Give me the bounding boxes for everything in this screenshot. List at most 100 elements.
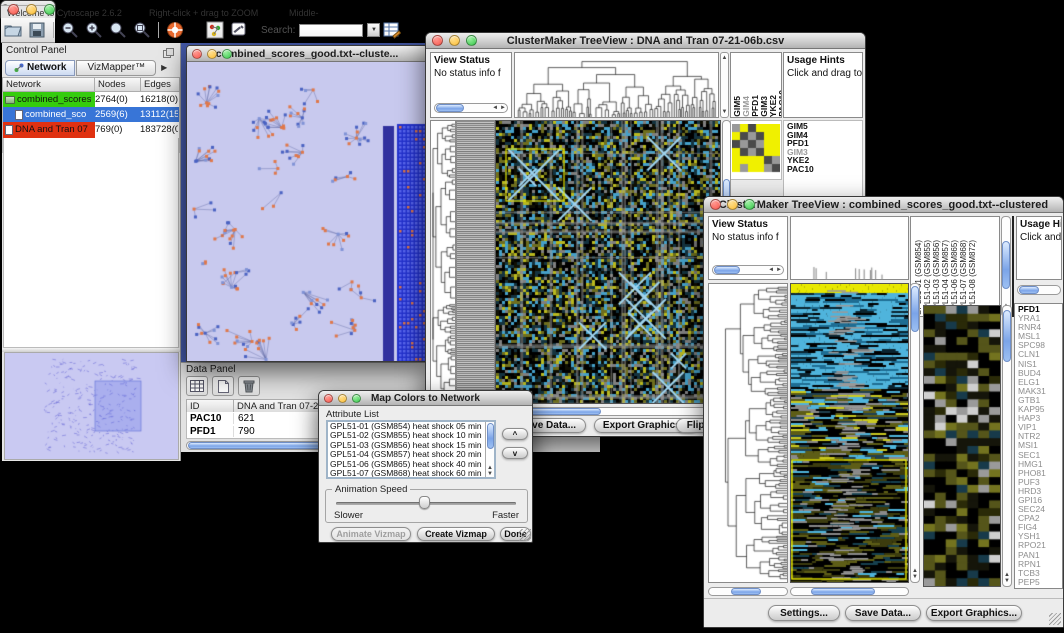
data-panel-title: Data Panel xyxy=(186,364,235,375)
resize-grip[interactable] xyxy=(519,529,531,541)
network-list-row[interactable]: DNA and Tran 07 769(0) 183728(0) xyxy=(3,122,179,137)
view-status-scrollbar[interactable]: ◄► xyxy=(712,265,784,275)
save-icon[interactable] xyxy=(25,20,49,40)
usage-hints-title: Usage Hi xyxy=(1017,217,1061,232)
attribute-list: GPL51-01 (GSM854) heat shock 05 minGPL51… xyxy=(326,420,496,479)
treeview2-titlebar[interactable]: ClusterMaker TreeView : combined_scores_… xyxy=(704,197,1063,213)
heatmap-canvas[interactable] xyxy=(791,284,908,582)
column-dendrogram-panel xyxy=(790,216,909,280)
zoom-out-icon[interactable] xyxy=(58,20,82,40)
column-dendrogram-canvas[interactable] xyxy=(791,217,908,279)
heatmap-vscrollbar[interactable]: ▲▼ xyxy=(910,283,920,583)
network-canvas[interactable] xyxy=(187,62,427,361)
column-label[interactable]: PAC10 xyxy=(778,90,782,117)
column-dendrogram-canvas[interactable] xyxy=(515,53,718,117)
usage-hints-title: Usage Hints xyxy=(784,53,862,68)
settings-button[interactable]: Settings... xyxy=(768,605,840,621)
column-header-nodes[interactable]: Nodes xyxy=(95,77,141,92)
column-labels-vscroll[interactable]: ▲▼ xyxy=(1001,216,1011,317)
new-attribute-icon[interactable] xyxy=(212,376,234,396)
selection-zoom-canvas[interactable] xyxy=(924,306,1000,586)
treeview1-mini-vscroll[interactable]: ▲▼ xyxy=(720,52,729,118)
close-button[interactable] xyxy=(432,35,443,46)
network-list-row[interactable]: combined_sco 2569(6) 13112(15) xyxy=(3,107,179,122)
heatmap-panel xyxy=(495,120,721,404)
heatmap-canvas[interactable] xyxy=(496,121,720,403)
zoom-button[interactable] xyxy=(744,199,755,210)
save-data-button[interactable]: Save Data... xyxy=(845,605,921,621)
column-header-edges[interactable]: Edges xyxy=(141,77,180,92)
create-vizmap-button[interactable]: Create Vizmap xyxy=(417,527,495,541)
animation-speed-label: Animation Speed xyxy=(332,484,410,495)
view-status-scrollbar[interactable]: ◄► xyxy=(434,103,508,113)
delete-attribute-icon[interactable] xyxy=(238,376,260,396)
help-lifering-icon[interactable] xyxy=(163,20,187,40)
map-colors-dialog: Map Colors to Network Attribute List GPL… xyxy=(318,390,533,543)
search-dropdown-button[interactable]: ▼ xyxy=(367,23,380,37)
animation-slider-thumb[interactable] xyxy=(419,496,430,509)
close-button[interactable] xyxy=(8,4,19,15)
open-file-icon[interactable] xyxy=(1,20,25,40)
column-header-network[interactable]: Network xyxy=(2,77,95,92)
tab-overflow-arrow[interactable]: ▶ xyxy=(161,63,167,72)
zoom-button[interactable] xyxy=(466,35,477,46)
close-button[interactable] xyxy=(192,49,202,59)
annotation-icon[interactable] xyxy=(227,20,251,40)
overview-canvas[interactable] xyxy=(5,353,178,459)
minimize-button[interactable] xyxy=(26,4,37,15)
gene-dendrogram-canvas[interactable] xyxy=(431,121,455,403)
usage-hints-scrollbar[interactable] xyxy=(1017,285,1061,295)
minimize-button[interactable] xyxy=(727,199,738,210)
search-input[interactable] xyxy=(295,20,367,40)
import-table-icon[interactable] xyxy=(380,20,404,40)
view-status-title: View Status xyxy=(709,217,787,232)
zoom-button[interactable] xyxy=(44,4,55,15)
close-button[interactable] xyxy=(324,394,333,403)
zoom-actual-icon[interactable] xyxy=(106,20,130,40)
network-icon xyxy=(15,110,23,120)
column-dendrogram-panel xyxy=(514,52,719,118)
attribute-list-vscroll[interactable]: ▲▼ xyxy=(485,422,494,477)
view-status-text: No status info f xyxy=(431,68,511,81)
row-label[interactable]: PAC10 xyxy=(787,165,862,174)
zoom-fit-icon[interactable] xyxy=(130,20,154,40)
control-panel: Control Panel Network VizMapper™ ▶ Netwo… xyxy=(2,43,181,461)
network-list-row[interactable]: combined_scores 2764(0) 16218(0) xyxy=(3,92,179,107)
selection-matrix-canvas[interactable] xyxy=(732,124,780,174)
search-label: Search: xyxy=(261,25,295,36)
resize-grip[interactable] xyxy=(1049,613,1061,625)
vizmapper-colors-icon[interactable] xyxy=(203,20,227,40)
treeview2-button-bar: Settings... Save Data... Export Graphics… xyxy=(704,598,1063,627)
dendrogram-hscrollbar[interactable] xyxy=(708,587,788,596)
birdseye-overview[interactable] xyxy=(4,352,179,460)
zoom-button[interactable] xyxy=(222,49,232,59)
gene-dendrogram-canvas[interactable] xyxy=(709,284,787,582)
gene-dendrogram-panel xyxy=(708,283,788,583)
tab-network[interactable]: Network xyxy=(5,60,75,76)
move-down-button[interactable]: v xyxy=(502,447,528,459)
gene-name-strip[interactable] xyxy=(456,120,495,404)
gene-dendrogram-panel xyxy=(430,120,456,404)
minimize-button[interactable] xyxy=(449,35,460,46)
desktop: Cytoscape Desktop (Session Name: collins… xyxy=(0,0,1064,633)
treeview1-title: ClusterMaker TreeView : DNA and Tran 07-… xyxy=(426,35,865,47)
zoom-button[interactable] xyxy=(352,394,361,403)
dialog-titlebar[interactable]: Map Colors to Network xyxy=(319,391,532,406)
minimize-button[interactable] xyxy=(338,394,347,403)
minimize-button[interactable] xyxy=(207,49,217,59)
close-button[interactable] xyxy=(710,199,721,210)
export-graphics-button[interactable]: Export Graphics... xyxy=(926,605,1022,621)
animate-vizmap-button[interactable]: Animate Vizmap xyxy=(331,527,411,541)
tab-vizmapper[interactable]: VizMapper™ xyxy=(76,60,156,76)
slower-label: Slower xyxy=(334,510,363,521)
treeview1-titlebar[interactable]: ClusterMaker TreeView : DNA and Tran 07-… xyxy=(426,33,865,49)
heatmap-hscrollbar[interactable] xyxy=(790,587,909,596)
zoom-in-icon[interactable] xyxy=(82,20,106,40)
view-status-panel: View Status No status info f ◄► xyxy=(430,52,512,118)
move-up-button[interactable]: ^ xyxy=(502,428,528,440)
zoom-vscrollbar[interactable]: ▲▼ xyxy=(1002,305,1012,587)
network-view-titlebar[interactable]: combined_scores_good.txt--cluste... xyxy=(187,46,427,62)
attribute-item[interactable]: GPL51-07 (GSM868) heat shock 60 min xyxy=(328,469,494,478)
attribute-table-icon[interactable] xyxy=(186,376,208,396)
gene-label[interactable]: MON2 xyxy=(1018,587,1062,589)
